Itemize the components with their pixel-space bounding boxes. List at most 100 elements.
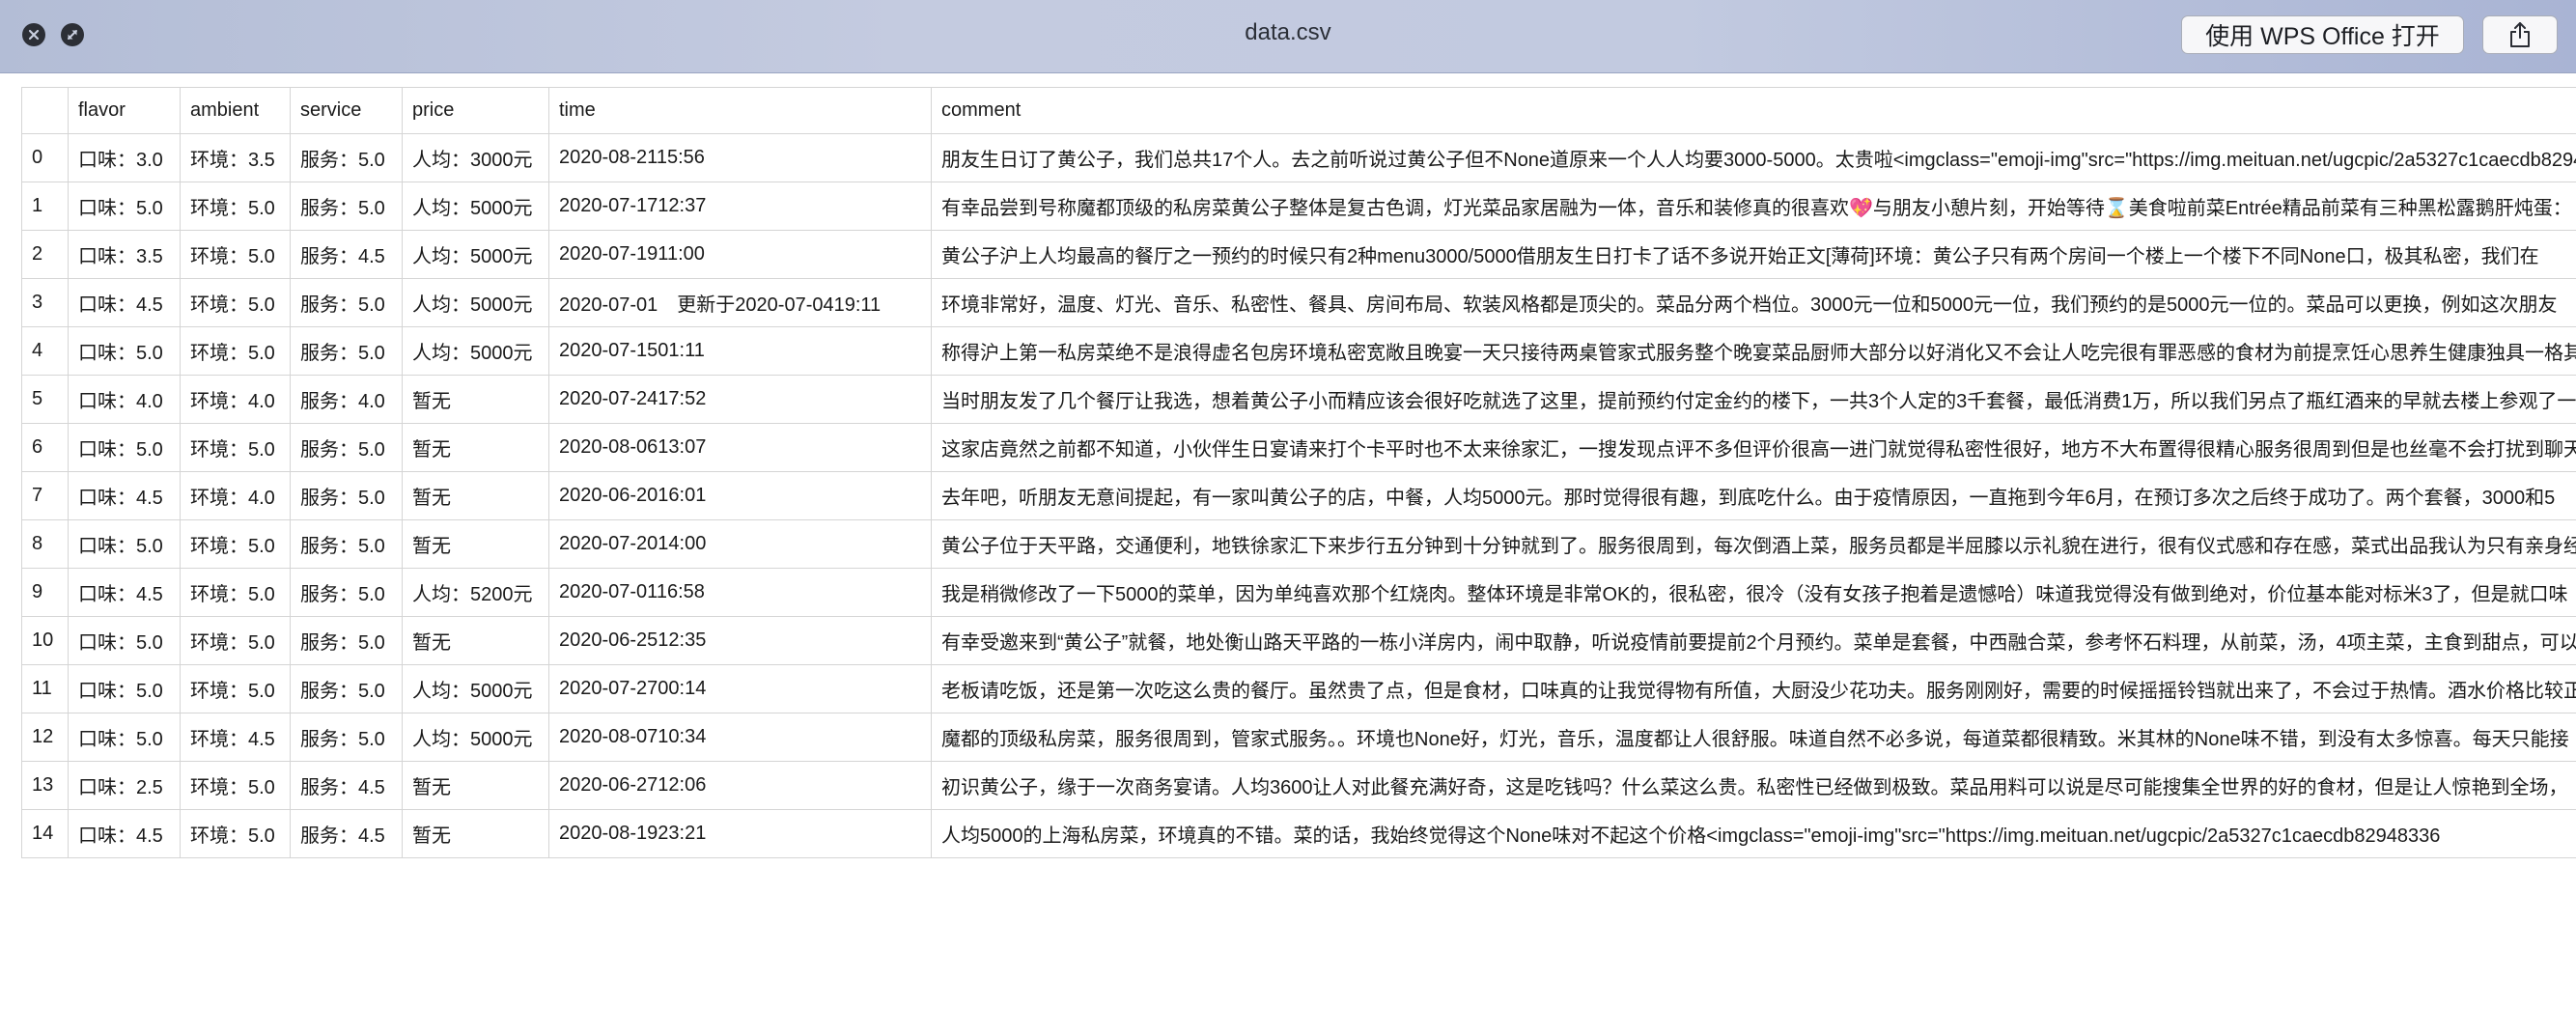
cell-flavor: 口味：5.0 [68,423,181,472]
cell-service: 服务：5.0 [290,568,403,617]
header-row: flavor ambient service price time comment [21,87,2576,134]
cell-service: 服务：5.0 [290,471,403,520]
cell-comment: 朋友生日订了黄公子，我们总共17个人。去之前听说过黄公子但不None道原来一个人… [931,133,2576,182]
cell-flavor: 口味：5.0 [68,664,181,713]
cell-index: 1 [21,182,69,231]
csv-preview[interactable]: flavor ambient service price time comment 0 口味… [6,73,2576,1035]
cell-flavor: 口味：5.0 [68,326,181,376]
cell-time: 2020-08-0710:34 [548,713,932,762]
share-icon [2510,22,2530,47]
table-row: 5 口味：4.0 环境：4.0 服务：4.0 暂无 2020-07-2417:52 当时朋友… [21,375,2576,424]
cell-flavor: 口味：4.0 [68,375,181,424]
cell-index: 5 [21,375,69,424]
cell-ambient: 环境：5.0 [180,761,291,810]
cell-ambient: 环境：5.0 [180,182,291,231]
cell-time: 2020-08-2115:56 [548,133,932,182]
cell-comment: 当时朋友发了几个餐厅让我选，想着黄公子小而精应该会很好吃就选了这里，提前预约付定… [931,375,2576,424]
share-button[interactable] [2482,15,2558,54]
cell-price: 暂无 [402,519,549,569]
cell-price: 暂无 [402,809,549,858]
table-row: 11 口味：5.0 环境：5.0 服务：5.0 人均：5000元 2020-07-2700… [21,664,2576,713]
cell-ambient: 环境：4.5 [180,713,291,762]
cell-time: 2020-07-2417:52 [548,375,932,424]
cell-index: 9 [21,568,69,617]
table-row: 9 口味：4.5 环境：5.0 服务：5.0 人均：5200元 2020-07-0116:… [21,568,2576,617]
cell-ambient: 环境：5.0 [180,664,291,713]
cell-time: 2020-06-2512:35 [548,616,932,665]
cell-service: 服务：4.0 [290,375,403,424]
cell-price: 人均：5000元 [402,230,549,279]
table-row: 4 口味：5.0 环境：5.0 服务：5.0 人均：5000元 2020-07-1501:… [21,326,2576,376]
cell-flavor: 口味：3.5 [68,230,181,279]
table-body: 0 口味：3.0 环境：3.5 服务：5.0 人均：3000元 2020-08-2115:… [21,133,2576,858]
cell-flavor: 口味：4.5 [68,471,181,520]
cell-service: 服务：4.5 [290,761,403,810]
cell-price: 人均：5000元 [402,326,549,376]
cell-price: 暂无 [402,375,549,424]
cell-comment: 有幸品尝到号称魔都顶级的私房菜黄公子整体是复古色调，灯光菜品家居融为一体，音乐和… [931,182,2576,231]
cell-index: 4 [21,326,69,376]
cell-index: 3 [21,278,69,327]
cell-comment: 魔都的顶级私房菜，服务很周到，管家式服务。。环境也None好，灯光，音乐，温度都… [931,713,2576,762]
quicklook-window: data.csv 使用 WPS Office 打开 flavor ambient s… [0,0,2576,1035]
cell-time: 2020-07-0116:58 [548,568,932,617]
cell-flavor: 口味：2.5 [68,761,181,810]
cell-ambient: 环境：5.0 [180,809,291,858]
cell-comment: 环境非常好，温度、灯光、音乐、私密性、餐具、房间布局、软装风格都是顶尖的。菜品分… [931,278,2576,327]
cell-flavor: 口味：4.5 [68,809,181,858]
cell-price: 暂无 [402,471,549,520]
cell-ambient: 环境：5.0 [180,519,291,569]
cell-time: 2020-07-2700:14 [548,664,932,713]
cell-service: 服务：5.0 [290,133,403,182]
cell-ambient: 环境：5.0 [180,568,291,617]
cell-index: 10 [21,616,69,665]
table-row: 2 口味：3.5 环境：5.0 服务：4.5 人均：5000元 2020-07-1911:… [21,230,2576,279]
cell-comment: 这家店竟然之前都不知道，小伙伴生日宴请来打个卡平时也不太来徐家汇，一搜发现点评不… [931,423,2576,472]
cell-flavor: 口味：5.0 [68,519,181,569]
cell-index: 13 [21,761,69,810]
cell-index: 8 [21,519,69,569]
cell-service: 服务：5.0 [290,423,403,472]
cell-time: 2020-07-1911:00 [548,230,932,279]
cell-ambient: 环境：4.0 [180,471,291,520]
cell-ambient: 环境：5.0 [180,278,291,327]
column-header-flavor: flavor [68,87,181,134]
close-icon[interactable] [22,23,45,46]
cell-price: 人均：3000元 [402,133,549,182]
column-header-price: price [402,87,549,134]
table-row: 12 口味：5.0 环境：4.5 服务：5.0 人均：5000元 2020-08-0710… [21,713,2576,762]
cell-ambient: 环境：3.5 [180,133,291,182]
cell-index: 11 [21,664,69,713]
cell-price: 人均：5000元 [402,182,549,231]
cell-time: 2020-07-01 更新于2020-07-0419:11 [548,278,932,327]
cell-index: 12 [21,713,69,762]
data-table: flavor ambient service price time comment 0 口味… [21,87,2576,858]
cell-time: 2020-06-2712:06 [548,761,932,810]
cell-flavor: 口味：4.5 [68,278,181,327]
table-row: 3 口味：4.5 环境：5.0 服务：5.0 人均：5000元 2020-07-01 更新… [21,278,2576,327]
cell-time: 2020-06-2016:01 [548,471,932,520]
fullscreen-icon[interactable] [61,23,84,46]
cell-index: 2 [21,230,69,279]
column-header-ambient: ambient [180,87,291,134]
table-row: 10 口味：5.0 环境：5.0 服务：5.0 暂无 2020-06-2512:35 有幸受… [21,616,2576,665]
cell-price: 人均：5200元 [402,568,549,617]
cell-comment: 黄公子沪上人均最高的餐厅之一预约的时候只有2种menu3000/5000借朋友生… [931,230,2576,279]
cell-service: 服务：5.0 [290,664,403,713]
cell-service: 服务：5.0 [290,182,403,231]
cell-index: 0 [21,133,69,182]
cell-index: 6 [21,423,69,472]
cell-flavor: 口味：5.0 [68,713,181,762]
open-with-wps-button[interactable]: 使用 WPS Office 打开 [2181,15,2464,54]
cell-time: 2020-08-0613:07 [548,423,932,472]
cell-comment: 我是稍微修改了一下5000的菜单，因为单纯喜欢那个红烧肉。整体环境是非常OK的，… [931,568,2576,617]
cell-service: 服务：5.0 [290,519,403,569]
cell-flavor: 口味：5.0 [68,182,181,231]
cell-comment: 去年吧，听朋友无意间提起，有一家叫黄公子的店，中餐，人均5000元。那时觉得很有… [931,471,2576,520]
cell-price: 人均：5000元 [402,278,549,327]
cell-ambient: 环境：5.0 [180,230,291,279]
cell-index: 7 [21,471,69,520]
cell-service: 服务：5.0 [290,326,403,376]
cell-service: 服务：5.0 [290,713,403,762]
cell-time: 2020-07-1501:11 [548,326,932,376]
